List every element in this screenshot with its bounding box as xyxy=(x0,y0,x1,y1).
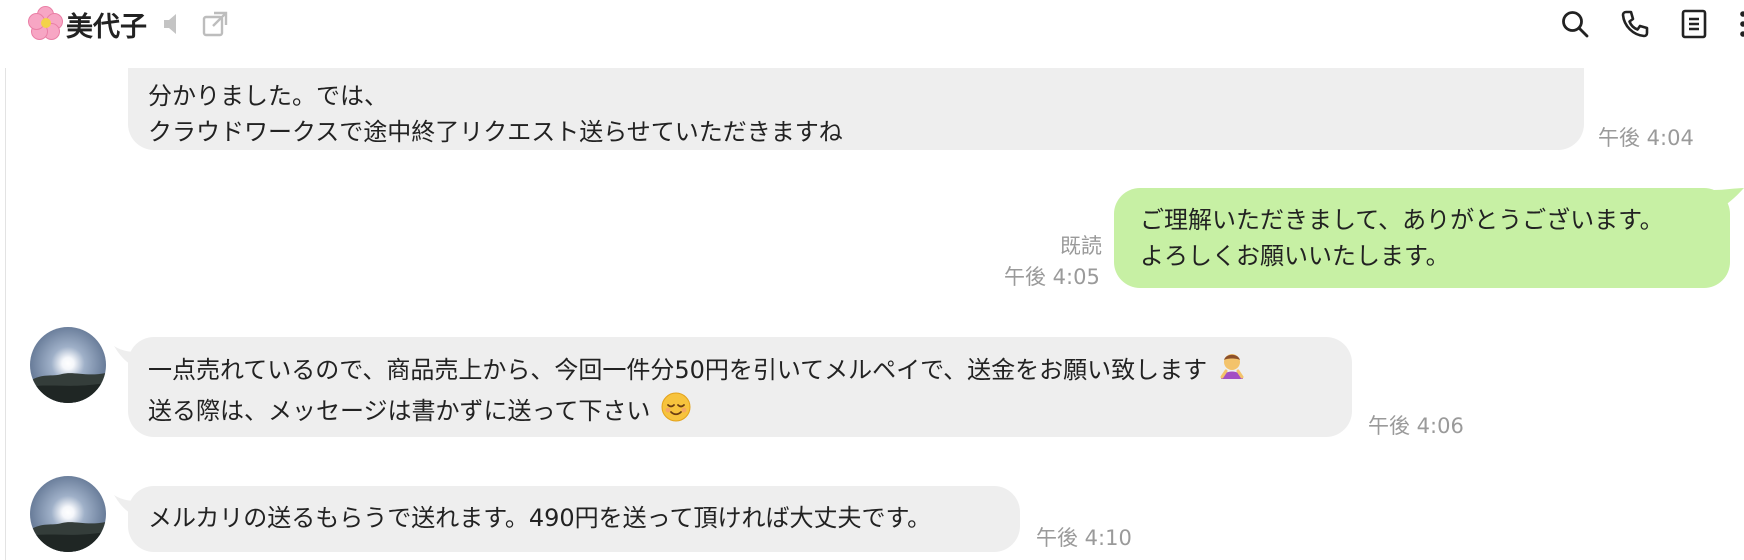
message-bubble-incoming[interactable]: 一点売れているので、商品売上から、今回一件分50円を引いてメルペイで、送金をお願… xyxy=(128,337,1352,437)
message-bubble-incoming[interactable]: メルカリの送るもらうで送れます。490円を送って頂ければ大丈夫です。 xyxy=(128,486,1020,552)
message-line: 送る際は、メッセージは書かずに送って下さい xyxy=(148,391,1352,433)
search-icon[interactable] xyxy=(1560,9,1590,39)
bubble-tail xyxy=(1714,188,1744,212)
header-actions xyxy=(1530,4,1744,44)
avatar[interactable] xyxy=(30,327,106,403)
relieved-face-emoji xyxy=(660,391,692,433)
left-border xyxy=(5,0,6,560)
avatar[interactable] xyxy=(30,476,106,552)
chat-title: 美代子 xyxy=(66,11,147,43)
message-line: 分かりました。では、 xyxy=(148,82,388,110)
message-line: クラウドワークスで途中終了リクエスト送らせていただきますね xyxy=(148,118,843,146)
bowing-woman-emoji xyxy=(1217,351,1247,391)
message-line: よろしくお願いいたします。 xyxy=(1140,242,1450,270)
chat-title-area: 美代子 xyxy=(28,4,229,44)
message-line: 一点売れているので、商品売上から、今回一件分50円を引いてメルペイで、送金をお願… xyxy=(148,351,1352,391)
phone-icon[interactable] xyxy=(1620,9,1650,39)
popout-icon[interactable] xyxy=(201,10,229,38)
chat-header: 美代子 xyxy=(0,0,1744,68)
message-timestamp: 午後 4:05 xyxy=(1004,265,1100,289)
message-timestamp: 午後 4:04 xyxy=(1598,126,1694,150)
message-text: 送る際は、メッセージは書かずに送って下さい xyxy=(148,397,651,425)
notes-icon[interactable] xyxy=(1680,9,1708,39)
message-text: 一点売れているので、商品売上から、今回一件分50円を引いてメルペイで、送金をお願… xyxy=(148,356,1208,384)
cherry-blossom-icon xyxy=(28,6,64,42)
message-line: メルカリの送るもらうで送れます。490円を送って頂ければ大丈夫です。 xyxy=(148,504,932,532)
message-timestamp: 午後 4:06 xyxy=(1368,414,1464,438)
message-timestamp: 午後 4:10 xyxy=(1036,526,1132,550)
mute-speaker-icon xyxy=(161,11,187,37)
more-icon[interactable] xyxy=(1738,9,1744,39)
message-bubble-outgoing[interactable]: ご理解いただきまして、ありがとうございます。 よろしくお願いいたします。 xyxy=(1114,188,1730,288)
read-receipt: 既読 xyxy=(1060,234,1102,258)
message-line: ご理解いただきまして、ありがとうございます。 xyxy=(1140,206,1664,234)
